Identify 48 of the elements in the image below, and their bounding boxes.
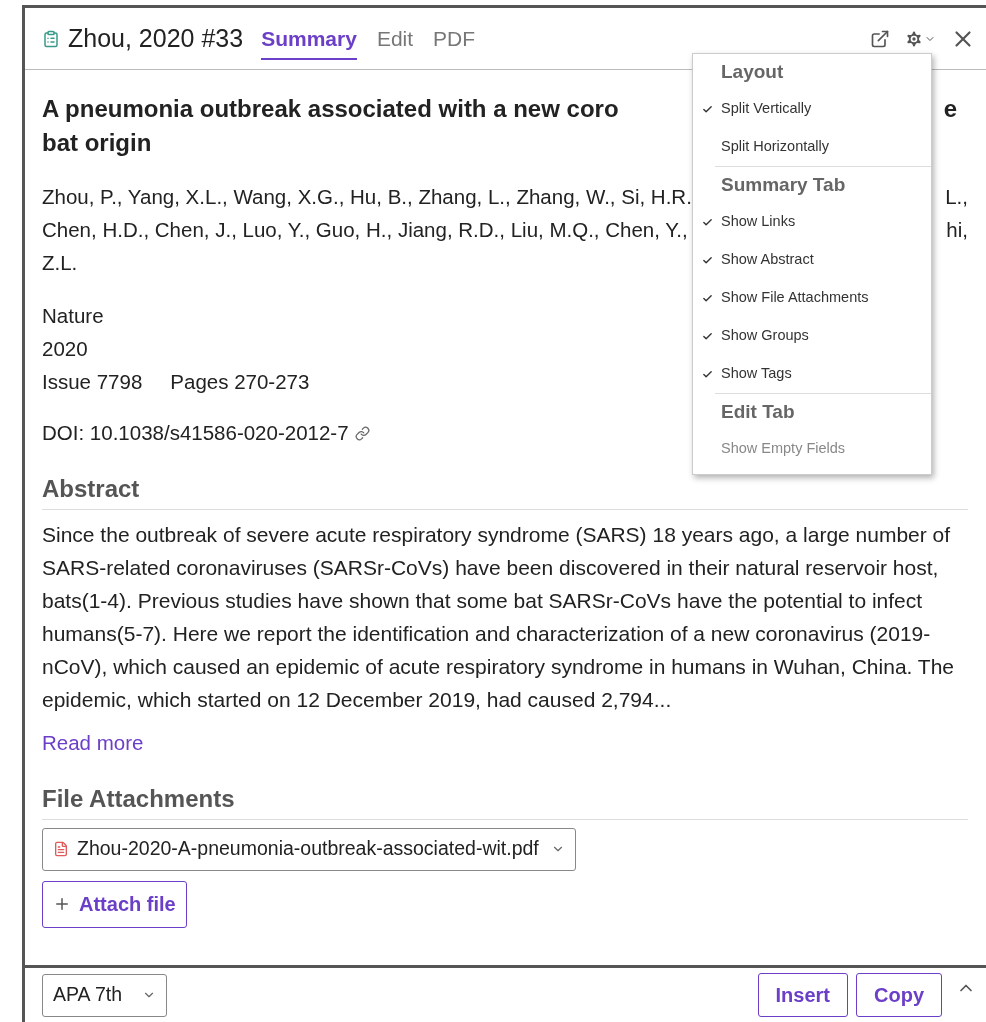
file-attachment-dropdown[interactable]: Zhou-2020-A-pneumonia-outbreak-associated-wit.pdf xyxy=(42,827,576,871)
reference-title: bat origin xyxy=(42,128,152,158)
menu-section-header: Summary Tab xyxy=(720,172,847,197)
gear-icon xyxy=(904,28,924,49)
menu-item[interactable]: Show Tags xyxy=(693,355,931,393)
menu-item[interactable]: Show File Attachments xyxy=(693,279,931,317)
author-list: Chen, H.D., Chen, J., Luo, Y., Guo, H., Jiang, R.D., Liu, M.Q., Chen, Y., xyxy=(42,213,688,246)
author-list: Z.L. xyxy=(42,246,78,279)
section-heading: File Attachments xyxy=(42,780,968,820)
menu-section-header: Layout xyxy=(720,59,785,84)
open-external-icon[interactable] xyxy=(870,28,890,49)
menu-item[interactable]: Split Vertically xyxy=(693,90,931,128)
page-range: Pages 270-273 xyxy=(170,369,310,395)
settings-button[interactable] xyxy=(904,28,936,49)
window-title: Zhou, 2020 #33 xyxy=(68,22,244,54)
menu-item[interactable]: Show Abstract xyxy=(693,241,931,279)
tab[interactable]: Summary xyxy=(261,16,357,61)
check-icon xyxy=(701,330,713,342)
tab[interactable]: PDF xyxy=(433,16,476,61)
author-list: Zhou, P., Yang, X.L., Wang, X.G., Hu, B., Zhang, L., Zhang, W., Si, H.R. xyxy=(42,180,692,213)
check-icon xyxy=(701,103,713,115)
reference-title: A pneumonia outbreak associated with a new coro xyxy=(42,94,619,124)
doi-text: DOI: 10.1038/s41586-020-2012-7 xyxy=(42,420,349,446)
publication-year: 2020 xyxy=(42,336,88,362)
check-icon xyxy=(701,292,713,304)
attach-file-button[interactable]: Attach file xyxy=(42,880,187,928)
author-list: L., xyxy=(945,180,968,213)
clipboard-icon xyxy=(42,29,60,48)
reference-title: e xyxy=(943,94,957,124)
check-icon xyxy=(701,254,713,266)
plus-icon xyxy=(53,895,71,913)
action-button[interactable]: Copy xyxy=(856,973,942,1017)
menu-item[interactable]: Show Groups xyxy=(693,317,931,355)
menu-item[interactable]: Show Links xyxy=(693,203,931,241)
read-more-link[interactable]: Read more xyxy=(42,727,144,759)
menu-section-header: Edit Tab xyxy=(720,399,796,424)
check-icon xyxy=(701,368,713,380)
tab[interactable]: Edit xyxy=(376,16,414,61)
issue-number: Issue 7798 xyxy=(42,369,143,395)
author-list: hi, xyxy=(946,213,968,246)
citation-style-dropdown[interactable]: APA 7th xyxy=(42,973,168,1017)
pdf-file-icon xyxy=(53,841,69,857)
check-icon xyxy=(701,216,713,228)
action-button[interactable]: Insert xyxy=(757,973,848,1017)
menu-item[interactable]: Split Horizontally xyxy=(693,128,931,166)
abstract-text: Since the outbreak of severe acute respiratory syndrome (SARS) 18 years ago, a large number of SARS-related coronaviruses (SARSr-CoVs) have been discovered in their natural reservoir host, bats(1-4). Previous studies have shown that some bat SARSr-CoVs have the potential to infect humans(5-7). Here we report the identification and characterization of a new coronavirus (2019-nCoV), which caused an epidemic of acute respiratory syndrome in humans in Wuhan, China. The epidemic, which started on 12 December 2019, had caused 2,794... xyxy=(42,521,956,713)
journal-name: Nature xyxy=(42,303,104,329)
link-icon[interactable] xyxy=(354,425,370,441)
